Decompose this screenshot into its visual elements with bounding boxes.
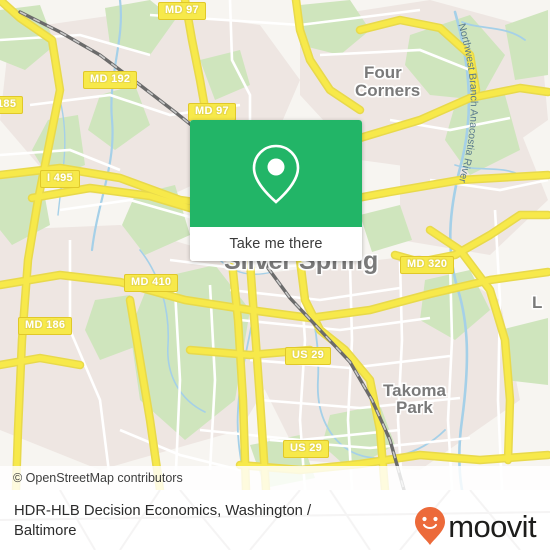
road-shield-185: 185	[0, 96, 24, 114]
road-shield-md-320: MD 320	[400, 256, 455, 274]
moovit-wordmark: moovit	[448, 508, 536, 544]
page-title: HDR-HLB Decision Economics, Washington /…	[14, 503, 312, 539]
take-me-there-button[interactable]: Take me there	[190, 227, 362, 261]
place-label-four-corners-line1: Four	[364, 63, 402, 82]
footer-bar: HDR-HLB Decision Economics, Washington /…	[0, 490, 550, 550]
road-shield-md-410: MD 410	[124, 274, 179, 292]
road-shield-md-186: MD 186	[18, 317, 73, 335]
place-label-takoma-park-line2: Park	[396, 398, 433, 417]
place-label-clipped-right: L	[532, 293, 543, 312]
road-shield-i-495: I 495	[40, 170, 80, 188]
card-pin-area	[190, 120, 362, 227]
attribution-text: © OpenStreetMap contributors	[13, 471, 183, 485]
map-canvas[interactable]: Northwest Branch Anacostia River MD 97 MD…	[0, 0, 550, 490]
moovit-logo[interactable]: moovit	[414, 506, 537, 546]
take-me-there-card[interactable]: Take me there	[190, 120, 362, 261]
road-shield-us-29-south: US 29	[283, 440, 330, 458]
road-shield-us-29-north: US 29	[285, 347, 332, 365]
moovit-smiley-pin-icon	[415, 507, 446, 545]
road-shield-md-97-north: MD 97	[158, 2, 206, 20]
road-shield-md-97-south: MD 97	[188, 103, 236, 121]
take-me-there-label: Take me there	[229, 236, 323, 252]
place-label-four-corners-line2: Corners	[355, 81, 421, 100]
road-shield-md-192: MD 192	[83, 71, 138, 89]
location-pin-icon	[252, 144, 300, 204]
map-attribution-bar: © OpenStreetMap contributors	[0, 466, 550, 490]
